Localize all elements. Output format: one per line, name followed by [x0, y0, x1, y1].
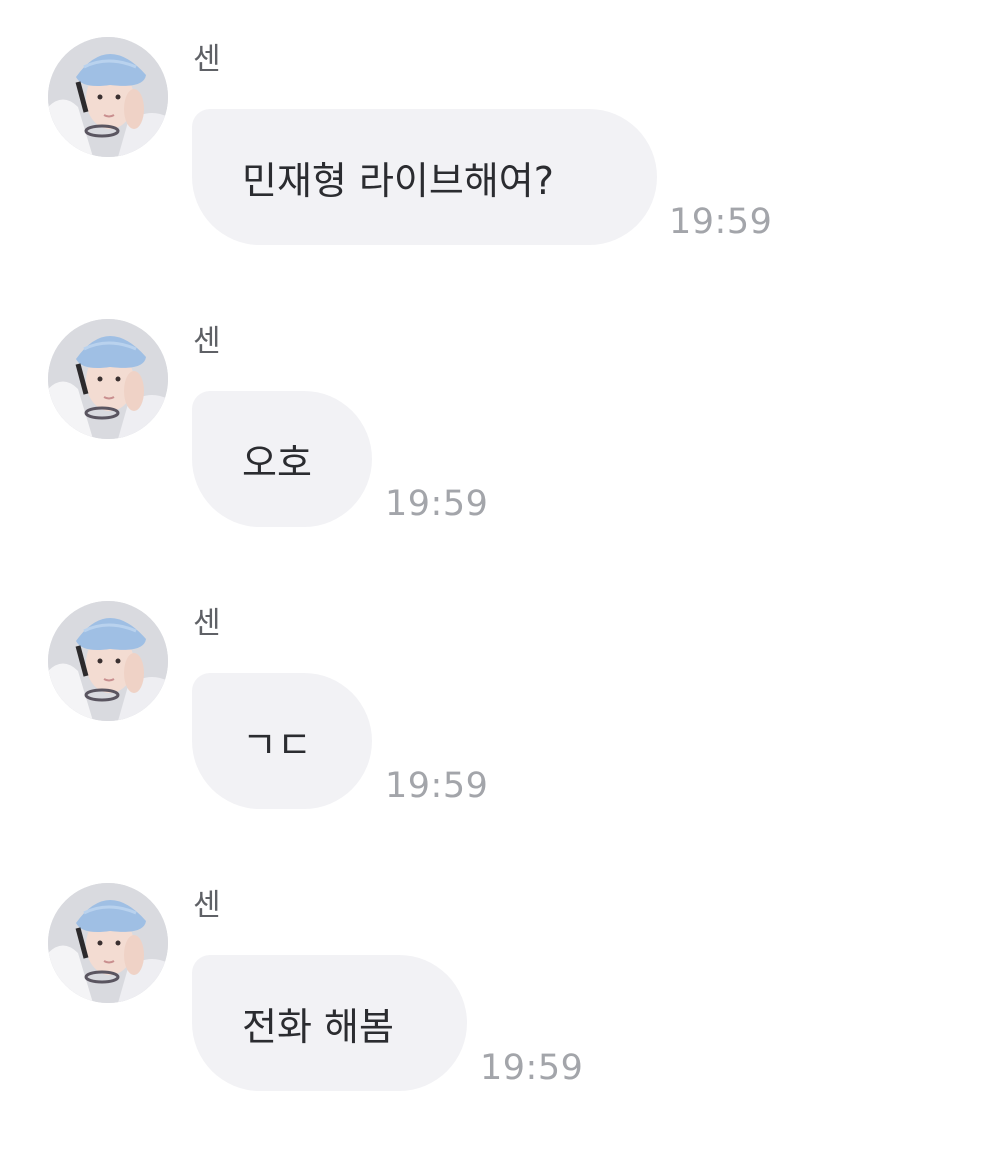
message-text: 전화 해봄: [242, 1004, 394, 1049]
avatar[interactable]: [48, 883, 168, 1003]
chat-message: 센 오호 19:59: [0, 282, 993, 527]
message-bubble[interactable]: 오호: [192, 391, 372, 527]
chat-message: 센 민재형 라이브해여? 19:59: [0, 0, 993, 245]
sender-name: 센: [193, 606, 221, 641]
chat-message-list: 센 민재형 라이브해여? 19:59 센 오호 19:59 센 ㄱㄷ 19:59…: [0, 0, 993, 1150]
chat-message: 센 전화 해봄 19:59: [0, 846, 993, 1091]
avatar-image: [48, 601, 168, 721]
message-timestamp: 19:59: [669, 202, 773, 242]
message-timestamp: 19:59: [480, 1048, 584, 1088]
message-bubble[interactable]: ㄱㄷ: [192, 673, 372, 809]
message-bubble[interactable]: 민재형 라이브해여?: [192, 109, 657, 245]
message-text: 민재형 라이브해여?: [242, 158, 554, 203]
sender-name: 센: [193, 324, 221, 359]
message-text: 오호: [242, 440, 312, 485]
avatar-image: [48, 883, 168, 1003]
message-text: ㄱㄷ: [242, 722, 312, 767]
avatar[interactable]: [48, 601, 168, 721]
message-bubble[interactable]: 전화 해봄: [192, 955, 467, 1091]
sender-name: 센: [193, 42, 221, 77]
message-timestamp: 19:59: [385, 484, 489, 524]
chat-message: 센 ㄱㄷ 19:59: [0, 564, 993, 809]
avatar-image: [48, 37, 168, 157]
avatar[interactable]: [48, 319, 168, 439]
avatar-image: [48, 319, 168, 439]
message-timestamp: 19:59: [385, 766, 489, 806]
sender-name: 센: [193, 888, 221, 923]
avatar[interactable]: [48, 37, 168, 157]
